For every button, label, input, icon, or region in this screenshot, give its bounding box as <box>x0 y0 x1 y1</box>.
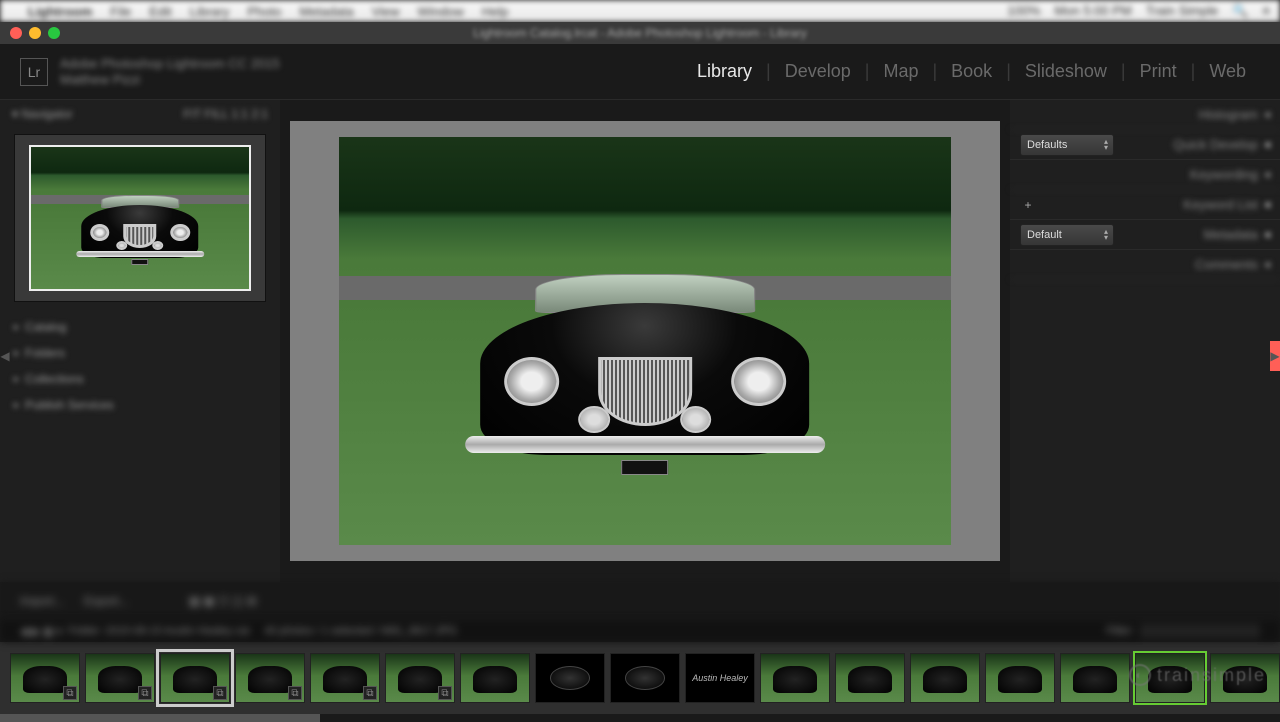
filmstrip-thumbnail[interactable]: Austin Healey <box>685 653 755 703</box>
left-panel: ▾ Navigator FIT FILL 1:1 2:1 Catalog Fol… <box>0 100 280 582</box>
panel-metadata[interactable]: Default▴▾ Metadata◀ <box>1010 220 1280 250</box>
menu-metadata[interactable]: Metadata <box>299 4 353 19</box>
module-library[interactable]: Library <box>683 61 766 82</box>
panel-publish-services[interactable]: Publish Services <box>14 392 266 418</box>
panel-quick-develop[interactable]: Defaults▴▾ Quick Develop◀ <box>1010 130 1280 160</box>
filmstrip-thumbnail[interactable]: ⧉ <box>235 653 305 703</box>
filmstrip-thumbnail[interactable] <box>460 653 530 703</box>
thumbnail-badge-icon: ⧉ <box>63 686 77 700</box>
selection-count: 40 photos / 1 selected / IMG_3817.JPG <box>264 625 457 637</box>
main-area: ◀ ▶ ▾ Navigator FIT FILL 1:1 2:1 Catalog… <box>0 100 1280 582</box>
export-button[interactable]: Export... <box>84 594 129 608</box>
panel-folders[interactable]: Folders <box>14 340 266 366</box>
menubar-status-1[interactable]: 100% <box>1007 3 1040 19</box>
right-panel-toggle[interactable]: ▶ <box>1270 341 1280 371</box>
navigator-zoom-labels[interactable]: FIT FILL 1:1 2:1 <box>183 107 268 121</box>
filmstrip-thumbnail[interactable]: ⧉ <box>10 653 80 703</box>
filmstrip-thumbnail[interactable]: ⧉ <box>160 653 230 703</box>
filmstrip[interactable]: ⧉ ⧉ ⧉ ⧉ ⧉ ⧉ Austin Healey <box>0 642 1280 714</box>
menu-edit[interactable]: Edit <box>149 4 171 19</box>
panel-catalog[interactable]: Catalog <box>14 314 266 340</box>
image-canvas[interactable] <box>290 121 1000 561</box>
app-menu[interactable]: Lightroom <box>28 4 92 19</box>
import-button[interactable]: Import... <box>20 594 64 608</box>
panel-keyword-list[interactable]: + Keyword List◀ <box>1010 190 1280 220</box>
thumbnail-badge-icon: ⧉ <box>438 686 452 700</box>
filmstrip-thumbnail[interactable] <box>1060 653 1130 703</box>
right-panel: Histogram◀ Defaults▴▾ Quick Develop◀ Key… <box>1010 100 1280 582</box>
lightroom-logo-icon: Lr <box>20 58 48 86</box>
panel-comments[interactable]: Comments◀ <box>1010 250 1280 280</box>
main-photo <box>339 137 951 545</box>
left-panel-toggle[interactable]: ◀ <box>0 341 10 371</box>
module-develop[interactable]: Develop <box>771 61 865 82</box>
metadata-set-dropdown[interactable]: Default▴▾ <box>1020 224 1114 246</box>
filmstrip-thumbnail[interactable]: ⧉ <box>85 653 155 703</box>
menu-view[interactable]: View <box>372 4 400 19</box>
menubar-user[interactable]: Train Simple <box>1146 3 1218 19</box>
close-window-button[interactable] <box>10 27 22 39</box>
filmstrip-info-bar: ◀ ▶ ▦ ▾ Folder: 2015-08-15 Austin Healey… <box>0 620 1280 642</box>
app-header: Lr Adobe Photoshop Lightroom CC 2015 Mat… <box>0 44 1280 100</box>
left-panel-sections: Catalog Folders Collections Publish Serv… <box>0 308 280 582</box>
module-print[interactable]: Print <box>1126 61 1191 82</box>
menu-help[interactable]: Help <box>482 4 509 19</box>
secondary-toolbar: Import... Export... ▦ ▣ ☷ ◫ ⊞ <box>0 582 1280 620</box>
add-keyword-button[interactable]: + <box>1020 197 1036 213</box>
menu-window[interactable]: Window <box>418 4 464 19</box>
mac-menubar: Lightroom File Edit Library Photo Metada… <box>0 0 1280 22</box>
menubar-notifications-icon[interactable]: ≡ <box>1262 3 1270 19</box>
filter-label: Filter: <box>1107 625 1135 637</box>
filmstrip-thumbnail[interactable] <box>610 653 680 703</box>
panel-keywording[interactable]: Keywording◀ <box>1010 160 1280 190</box>
menu-photo[interactable]: Photo <box>247 4 281 19</box>
zoom-window-button[interactable] <box>48 27 60 39</box>
panel-histogram[interactable]: Histogram◀ <box>1010 100 1280 130</box>
navigator-label: Navigator <box>21 107 72 121</box>
module-map[interactable]: Map <box>869 61 932 82</box>
filmstrip-thumbnail[interactable] <box>985 653 1055 703</box>
saved-preset-dropdown[interactable]: Defaults▴▾ <box>1020 134 1114 156</box>
menubar-clock[interactable]: Mon 5:00 PM <box>1054 3 1131 19</box>
navigator-preview[interactable] <box>29 145 251 291</box>
spotlight-icon[interactable]: 🔍 <box>1232 3 1248 19</box>
module-picker: Library| Develop| Map| Book| Slideshow| … <box>683 61 1260 82</box>
thumbnail-badge-icon: ⧉ <box>363 686 377 700</box>
filmstrip-thumbnail[interactable]: ⧉ <box>310 653 380 703</box>
filmstrip-thumbnail[interactable]: ⧉ <box>385 653 455 703</box>
module-slideshow[interactable]: Slideshow <box>1011 61 1121 82</box>
menu-library[interactable]: Library <box>190 4 230 19</box>
thumbnail-badge-icon: ⧉ <box>138 686 152 700</box>
module-book[interactable]: Book <box>937 61 1006 82</box>
thumbnail-badge-icon: ⧉ <box>213 686 227 700</box>
panel-collections[interactable]: Collections <box>14 366 266 392</box>
menu-file[interactable]: File <box>110 4 131 19</box>
watermark-logo-icon: ◐ <box>1129 664 1151 686</box>
filmstrip-scrollbar[interactable] <box>0 714 1280 722</box>
module-web[interactable]: Web <box>1195 61 1260 82</box>
thumbnail-badge-icon: ⧉ <box>288 686 302 700</box>
source-indicator[interactable]: Folder: 2015-08-15 Austin Healey car <box>68 625 250 637</box>
identity-plate: Adobe Photoshop Lightroom CC 2015 Matthe… <box>60 56 280 87</box>
filter-preset-dropdown[interactable] <box>1140 624 1260 638</box>
filmstrip-thumbnail[interactable] <box>910 653 980 703</box>
window-titlebar: Lightroom Catalog.lrcat - Adobe Photosho… <box>0 22 1280 44</box>
filmstrip-thumbnail[interactable] <box>760 653 830 703</box>
filmstrip-thumbnail[interactable] <box>835 653 905 703</box>
watermark: ◐ trainsimple <box>1129 664 1266 686</box>
minimize-window-button[interactable] <box>29 27 41 39</box>
window-title: Lightroom Catalog.lrcat - Adobe Photosho… <box>473 26 807 40</box>
loupe-view <box>280 100 1010 582</box>
filmstrip-thumbnail[interactable] <box>535 653 605 703</box>
